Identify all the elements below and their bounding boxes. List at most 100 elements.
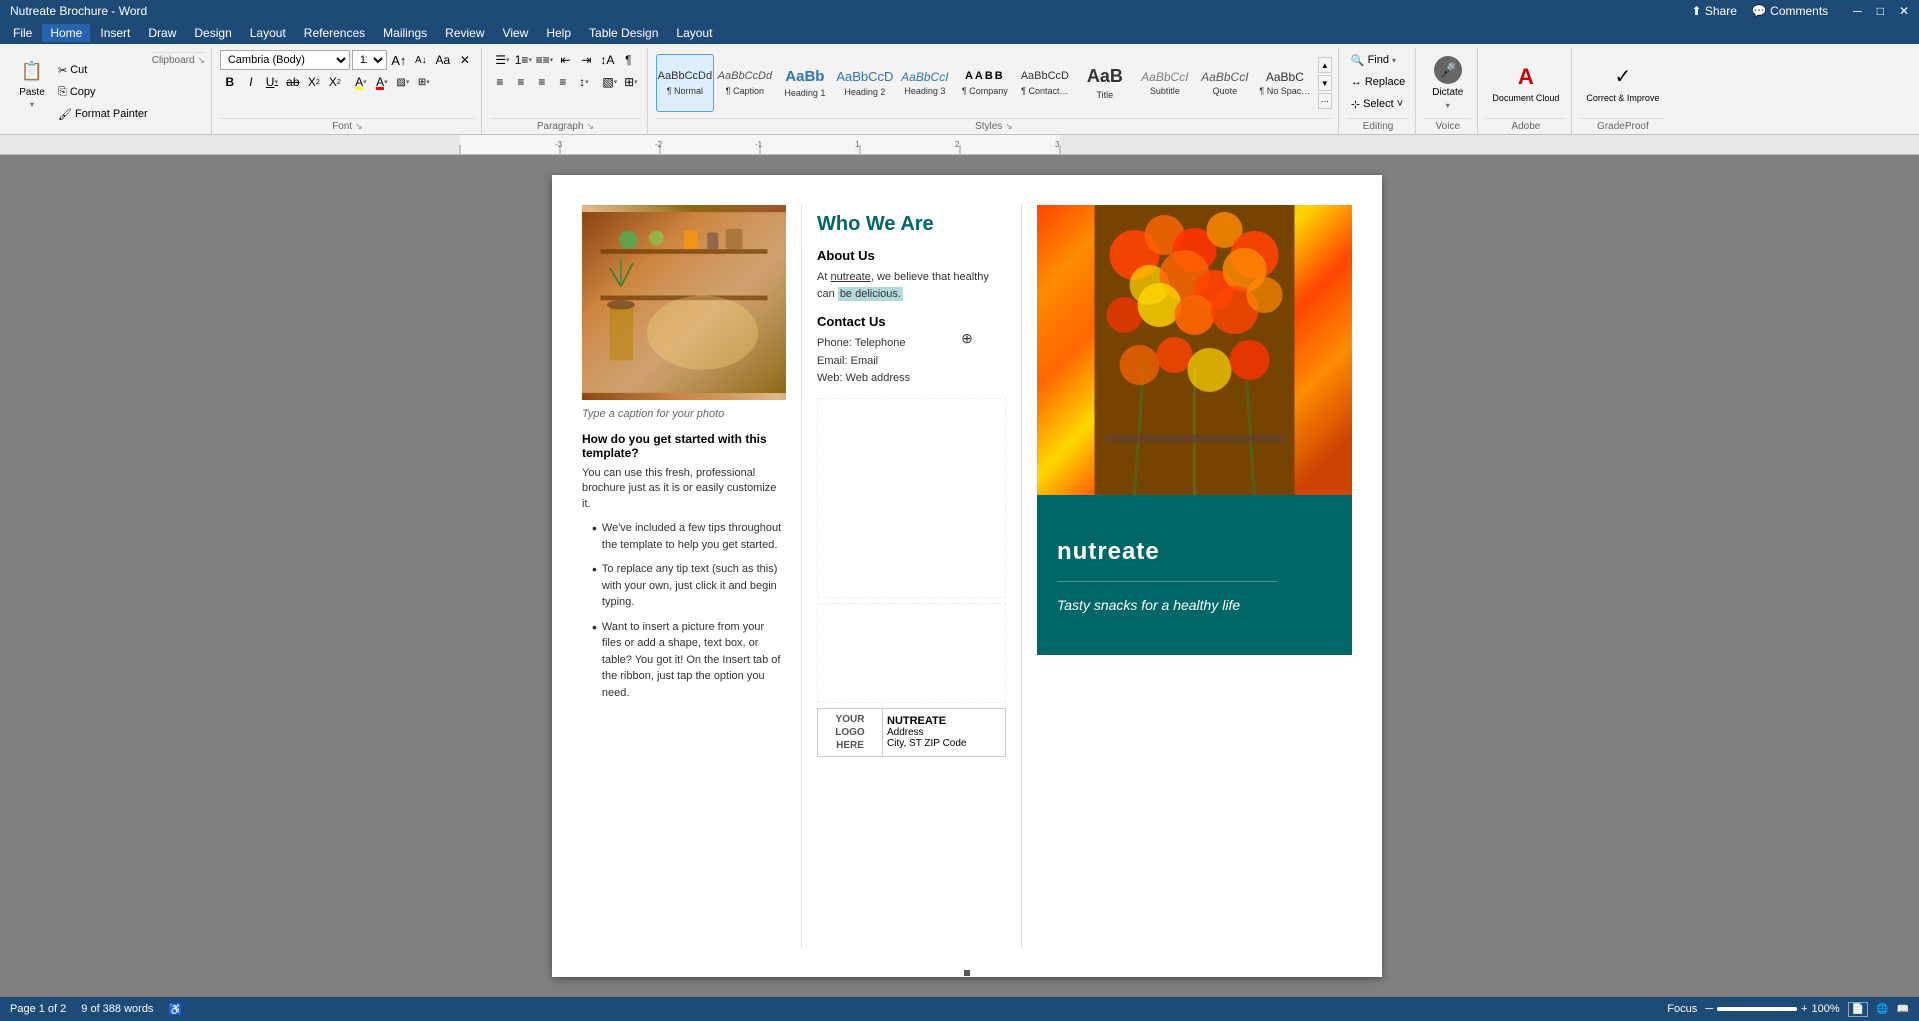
page-resize-handle[interactable] bbox=[963, 969, 971, 977]
font-color-button[interactable]: A ▾ bbox=[372, 72, 392, 92]
minimize-btn[interactable]: ─ bbox=[1853, 4, 1862, 18]
correct-improve-button[interactable]: ✓ Correct & Improve bbox=[1580, 50, 1665, 116]
menu-references[interactable]: References bbox=[296, 24, 373, 42]
close-btn[interactable]: ✕ bbox=[1899, 4, 1909, 18]
menu-draw[interactable]: Draw bbox=[140, 24, 184, 42]
accessibility-icon[interactable]: ♿ bbox=[168, 1003, 182, 1016]
menu-design[interactable]: Design bbox=[186, 24, 239, 42]
decrease-font-size-button[interactable]: A↓ bbox=[411, 50, 431, 70]
strikethrough-button[interactable]: ab bbox=[283, 72, 303, 92]
view-web-layout[interactable]: 🌐 bbox=[1876, 1004, 1888, 1015]
word-count[interactable]: 9 of 388 words bbox=[81, 1003, 153, 1015]
copy-button[interactable]: ⎘ Copy bbox=[54, 82, 152, 102]
align-right-button[interactable]: ≡ bbox=[532, 72, 552, 92]
style-title[interactable]: AaB Title bbox=[1076, 54, 1134, 112]
style-normal[interactable]: AaBbCcDd ¶ Normal bbox=[656, 54, 714, 112]
style-heading3[interactable]: AaBbCcI Heading 3 bbox=[896, 54, 954, 112]
photo-caption[interactable]: Type a caption for your photo bbox=[582, 408, 786, 420]
share-btn[interactable]: ⬆ Share bbox=[1691, 4, 1736, 18]
font-size-select[interactable]: 11 bbox=[352, 50, 387, 70]
bullet-text-1[interactable]: We've included a few tips throughout the… bbox=[602, 520, 786, 553]
show-formatting-button[interactable]: ¶ bbox=[618, 50, 638, 70]
increase-indent-button[interactable]: ⇥ bbox=[576, 50, 596, 70]
who-we-are-heading[interactable]: Who We Are bbox=[817, 213, 1006, 236]
restore-btn[interactable]: □ bbox=[1877, 4, 1884, 18]
align-left-button[interactable]: ≡ bbox=[490, 72, 510, 92]
content-placeholder-area-2[interactable] bbox=[817, 603, 1006, 703]
column-cursor[interactable]: ⊕ bbox=[961, 330, 973, 347]
menu-table-design[interactable]: Table Design bbox=[581, 24, 666, 42]
about-brand-link[interactable]: nutreate bbox=[830, 271, 870, 283]
style-heading1[interactable]: AaBb Heading 1 bbox=[776, 54, 834, 112]
how-heading[interactable]: How do you get started with this templat… bbox=[582, 432, 786, 460]
menu-home[interactable]: Home bbox=[42, 24, 90, 42]
clear-formatting-button[interactable]: ✕ bbox=[455, 50, 475, 70]
numbering-button[interactable]: 1≡ ▾ bbox=[513, 50, 533, 70]
borders-button[interactable]: ⊞ ▾ bbox=[414, 72, 434, 92]
menu-mailings[interactable]: Mailings bbox=[375, 24, 435, 42]
paste-button[interactable]: 📋 Paste ▾ bbox=[10, 50, 54, 116]
comments-btn[interactable]: 💬 Comments bbox=[1752, 4, 1828, 18]
italic-button[interactable]: I bbox=[241, 72, 261, 92]
zoom-in-button[interactable]: + bbox=[1801, 1003, 1807, 1015]
menu-view[interactable]: View bbox=[495, 24, 537, 42]
shading2-button[interactable]: ▧ ▾ bbox=[600, 72, 620, 92]
footer-brand-cell[interactable]: NUTREATE Address City, ST ZIP Code bbox=[883, 708, 1006, 756]
menu-help[interactable]: Help bbox=[538, 24, 579, 42]
find-button[interactable]: 🔍 Find ▾ bbox=[1347, 50, 1400, 70]
view-print-layout[interactable]: 📄 bbox=[1848, 1002, 1868, 1017]
contact-us-heading[interactable]: Contact Us bbox=[817, 314, 1006, 329]
line-spacing-button[interactable]: ↕ ▾ bbox=[574, 72, 594, 92]
document-cloud-button[interactable]: A Document Cloud bbox=[1486, 50, 1565, 116]
justify-button[interactable]: ≡ bbox=[553, 72, 573, 92]
style-quote[interactable]: AaBbCcI Quote bbox=[1196, 54, 1254, 112]
zoom-out-button[interactable]: ─ bbox=[1705, 1003, 1713, 1015]
shading-button[interactable]: ▧ ▾ bbox=[393, 72, 413, 92]
page-container[interactable]: ⊕ bbox=[15, 155, 1919, 997]
dictate-button[interactable]: 🎤 Dictate ▾ bbox=[1424, 50, 1471, 116]
font-family-select[interactable]: Cambria (Body) bbox=[220, 50, 350, 70]
borders2-button[interactable]: ⊞ ▾ bbox=[621, 72, 641, 92]
footer-logo-cell[interactable]: YOUR LOGO HERE bbox=[818, 708, 883, 756]
bullets-button[interactable]: ☰ ▾ bbox=[492, 50, 512, 70]
multilevel-list-button[interactable]: ≡≡ ▾ bbox=[534, 50, 554, 70]
menu-layout2[interactable]: Layout bbox=[668, 24, 720, 42]
text-highlight-button[interactable]: A ▾ bbox=[351, 72, 371, 92]
view-read-mode[interactable]: 📖 bbox=[1897, 1004, 1909, 1015]
tagline-text[interactable]: Tasty snacks for a healthy life bbox=[1057, 597, 1240, 613]
how-text[interactable]: You can use this fresh, professional bro… bbox=[582, 466, 786, 512]
find-dropdown[interactable]: ▾ bbox=[1392, 56, 1396, 65]
menu-review[interactable]: Review bbox=[437, 24, 492, 42]
style-nospace[interactable]: AaBbC ¶ No Spac… bbox=[1256, 54, 1314, 112]
align-center-button[interactable]: ≡ bbox=[511, 72, 531, 92]
replace-button[interactable]: ↔ Replace bbox=[1347, 72, 1409, 92]
style-heading2[interactable]: AaBbCcD Heading 2 bbox=[836, 54, 894, 112]
paste-dropdown-arrow[interactable]: ▾ bbox=[30, 100, 34, 109]
contact-phone[interactable]: Phone: Telephone bbox=[817, 335, 1006, 353]
contact-web[interactable]: Web: Web address bbox=[817, 370, 1006, 388]
increase-font-size-button[interactable]: A↑ bbox=[389, 50, 409, 70]
styles-scroll-more[interactable]: ⋯ bbox=[1318, 93, 1332, 109]
content-placeholder-area[interactable] bbox=[817, 398, 1006, 598]
contact-email[interactable]: Email: Email bbox=[817, 353, 1006, 371]
dictate-dropdown[interactable]: ▾ bbox=[1446, 101, 1450, 110]
page-info[interactable]: Page 1 of 2 bbox=[10, 1003, 66, 1015]
decrease-indent-button[interactable]: ⇤ bbox=[555, 50, 575, 70]
underline-button[interactable]: U ▾ bbox=[262, 72, 282, 92]
bullet-text-3[interactable]: Want to insert a picture from your files… bbox=[602, 619, 786, 702]
style-contact[interactable]: AaBbCcD ¶ Contact… bbox=[1016, 54, 1074, 112]
style-company[interactable]: AABB ¶ Company bbox=[956, 54, 1014, 112]
sort-button[interactable]: ↕A bbox=[597, 50, 617, 70]
zoom-slider[interactable] bbox=[1717, 1007, 1797, 1011]
select-button[interactable]: ⊹ Select ˅ bbox=[1347, 94, 1407, 114]
about-us-text[interactable]: At nutreate, we believe that healthy can… bbox=[817, 269, 1006, 302]
focus-label[interactable]: Focus bbox=[1667, 1003, 1697, 1015]
style-caption[interactable]: AaBbCcDd ¶ Caption bbox=[716, 54, 774, 112]
cut-button[interactable]: ✂ Cut bbox=[54, 60, 152, 80]
bullet-text-2[interactable]: To replace any tip text (such as this) w… bbox=[602, 561, 786, 611]
format-painter-button[interactable]: 🖌 Format Painter bbox=[54, 104, 152, 124]
menu-file[interactable]: File bbox=[5, 24, 40, 42]
about-us-heading[interactable]: About Us bbox=[817, 248, 1006, 263]
change-case-button[interactable]: Aa bbox=[433, 50, 453, 70]
bold-button[interactable]: B bbox=[220, 72, 240, 92]
